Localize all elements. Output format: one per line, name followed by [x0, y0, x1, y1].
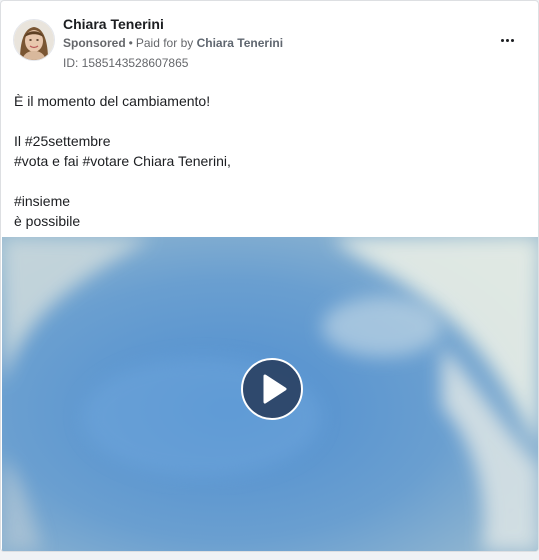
body-line: #vota e fai #votare Chiara Tenerini, — [14, 153, 231, 169]
ad-id: ID: 1585143528607865 — [63, 56, 189, 70]
play-icon — [263, 374, 287, 404]
post-header: Chiara Tenerini Sponsored • Paid for by Ch… — [13, 15, 526, 71]
sponsored-line: Sponsored • Paid for by Chiara Tenerini — [63, 36, 283, 50]
payer-name: Chiara Tenerini — [196, 36, 284, 50]
avatar-image — [14, 20, 54, 60]
page-avatar[interactable] — [13, 19, 55, 61]
separator-dot: • — [128, 36, 133, 50]
dot — [505, 38, 509, 42]
body-line: Il #25settembre — [14, 133, 111, 149]
body-line: è possibile — [14, 213, 81, 229]
post-body-text: È il momento del cambiamento! Il #25sett… — [14, 91, 526, 231]
page-name[interactable]: Chiara Tenerini — [63, 16, 164, 32]
body-line: È il momento del cambiamento! — [14, 93, 211, 109]
more-options-icon[interactable] — [496, 31, 518, 49]
video-player[interactable] — [2, 237, 538, 551]
sponsored-label: Sponsored — [63, 36, 126, 50]
dot — [510, 38, 514, 42]
play-button[interactable] — [241, 358, 303, 420]
dot — [500, 38, 504, 42]
body-line: #insieme — [14, 193, 71, 209]
ad-card: Chiara Tenerini Sponsored • Paid for by Ch… — [0, 0, 539, 552]
paid-for-by-label: Paid for by — [135, 36, 194, 50]
